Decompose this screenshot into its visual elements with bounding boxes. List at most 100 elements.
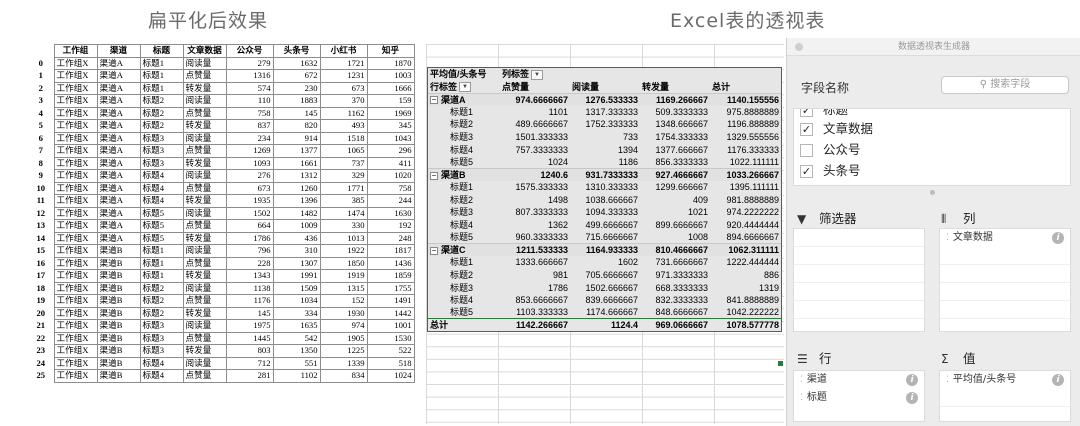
pivot-value-cell[interactable]: 974.2222222 <box>710 206 781 219</box>
excel-sheet-grid[interactable]: 平均值/头条号 列标签 ▼ 行标签 ▼ 点赞量 阅读量 转发量 总计 − 渠道A 974… <box>426 44 784 424</box>
pivot-row-label[interactable]: 标题2 <box>428 118 500 131</box>
pivot-value-cell[interactable]: 971.3333333 <box>640 269 710 282</box>
pivot-detail-row[interactable]: 标题1 1575.333333 1310.333333 1299.666667 1395… <box>428 181 781 194</box>
pivot-value-cell[interactable]: 1024 <box>500 156 570 169</box>
pivot-row-label[interactable]: 标题5 <box>428 231 500 244</box>
pivot-row-label[interactable]: 标题4 <box>428 219 500 232</box>
field-item-article-data[interactable]: ✓ 文章数据 <box>800 119 873 139</box>
pivot-value-cell[interactable]: 1021 <box>640 206 710 219</box>
info-icon[interactable]: i <box>906 374 918 386</box>
pivot-value-cell[interactable]: 1754.333333 <box>640 131 710 144</box>
pivot-value-cell[interactable]: 705.6666667 <box>570 269 640 282</box>
pivot-detail-row[interactable]: 标题4 1362 499.6666667 899.6666667 920.4444444 <box>428 219 781 232</box>
pivot-value-cell[interactable]: 1176.333333 <box>710 143 781 156</box>
pivot-detail-row[interactable]: 标题2 981 705.6666667 971.3333333 886 <box>428 269 781 282</box>
pivot-value-cell[interactable]: 1786 <box>500 281 570 294</box>
info-icon[interactable]: i <box>906 392 918 404</box>
pivot-row-label[interactable]: 标题3 <box>428 206 500 219</box>
pivot-detail-row[interactable]: 标题5 960.3333333 715.6666667 1008 894.6666667 <box>428 231 781 244</box>
pivot-value-cell[interactable]: 409 <box>640 193 710 206</box>
pivot-value-cell[interactable]: 1333.666667 <box>500 256 570 269</box>
pivot-value-cell[interactable]: 807.3333333 <box>500 206 570 219</box>
pivot-value-cell[interactable]: 848.6666667 <box>640 306 710 319</box>
pivot-value-cell[interactable]: 894.6666667 <box>710 231 781 244</box>
collapse-icon[interactable]: − <box>430 96 438 105</box>
pivot-value-cell[interactable]: 1240.6 <box>500 167 570 181</box>
column-labels-cell[interactable]: 列标签 ▼ <box>500 68 570 81</box>
pivot-detail-row[interactable]: 标题1 1101 1317.333333 509.3333333 975.8888889 <box>428 106 781 119</box>
pivot-value-cell[interactable]: 981.8888889 <box>710 193 781 206</box>
pivot-detail-row[interactable]: 标题1 1333.666667 1602 731.6666667 1222.444444 <box>428 256 781 269</box>
pivot-value-cell[interactable]: 1101 <box>500 106 570 119</box>
drag-handle-icon[interactable]: ⁚ <box>946 233 949 243</box>
close-panel-icon[interactable] <box>795 43 803 51</box>
collapse-icon[interactable]: − <box>430 246 438 255</box>
values-drop-zone[interactable]: ⁚ 平均值/头条号 i <box>939 370 1071 422</box>
pivot-row-label[interactable]: 标题2 <box>428 269 500 282</box>
pivot-value-cell[interactable]: 981 <box>500 269 570 282</box>
pivot-value-cell[interactable]: 1317.333333 <box>570 106 640 119</box>
pivot-detail-row[interactable]: 标题4 757.3333333 1394 1377.666667 1176.333333 <box>428 143 781 156</box>
drag-handle-icon[interactable]: ⁚ <box>800 375 803 385</box>
info-icon[interactable]: i <box>1052 232 1064 244</box>
pivot-value-cell[interactable]: 1164.933333 <box>570 243 640 257</box>
pivot-value-cell[interactable]: 1038.666667 <box>570 193 640 206</box>
pivot-row-label[interactable]: 标题3 <box>428 281 500 294</box>
pivot-value-cell[interactable]: 733 <box>570 131 640 144</box>
pivot-value-cell[interactable]: 841.8888889 <box>710 294 781 307</box>
field-item-official-account[interactable]: 公众号 <box>800 140 861 160</box>
pivot-value-cell[interactable]: 1174.666667 <box>570 306 640 319</box>
pivot-row-label[interactable]: 标题4 <box>428 143 500 156</box>
pivot-value-cell[interactable]: 1752.333333 <box>570 118 640 131</box>
pivot-detail-row[interactable]: 标题3 807.3333333 1094.333333 1021 974.2222222 <box>428 206 781 219</box>
pivot-value-cell[interactable]: 810.4666667 <box>640 243 710 257</box>
value-field-chip[interactable]: ⁚ 平均值/头条号 i <box>940 371 1070 389</box>
pivot-row-label[interactable]: − 渠道C <box>428 243 500 257</box>
pivot-group-row[interactable]: − 渠道A 974.6666667 1276.533333 1169.266667 114… <box>428 92 781 106</box>
checked-checkbox[interactable]: ✓ <box>800 165 813 178</box>
pivot-value-cell[interactable]: 839.6666667 <box>570 294 640 307</box>
pivot-value-cell[interactable]: 1222.444444 <box>710 256 781 269</box>
row-labels-cell[interactable]: 行标签 ▼ <box>428 80 500 94</box>
row-filter-dropdown-icon[interactable]: ▼ <box>459 82 472 93</box>
checked-checkbox[interactable]: ✓ <box>800 109 813 117</box>
splitter-handle[interactable] <box>930 190 935 195</box>
pivot-value-cell[interactable]: 668.3333333 <box>640 281 710 294</box>
pivot-value-cell[interactable]: 1042.222222 <box>710 306 781 319</box>
pivot-value-cell[interactable]: 1348.666667 <box>640 118 710 131</box>
pivot-value-cell[interactable]: 1395.111111 <box>710 181 781 194</box>
pivot-row-label[interactable]: − 渠道B <box>428 167 500 181</box>
pivot-row-label[interactable]: 标题5 <box>428 156 500 169</box>
pivot-value-cell[interactable]: 969.0666667 <box>640 318 710 332</box>
pivot-value-cell[interactable]: 1196.888889 <box>710 118 781 131</box>
pivot-detail-row[interactable]: 标题2 489.6666667 1752.333333 1348.666667 1196… <box>428 118 781 131</box>
pivot-value-cell[interactable]: 1319 <box>710 281 781 294</box>
pivot-group-row[interactable]: − 渠道B 1240.6 931.7333333 927.4666667 1033.266… <box>428 167 781 181</box>
pivot-value-cell[interactable]: 1062.311111 <box>710 243 781 257</box>
pivot-value-cell[interactable]: 975.8888889 <box>710 106 781 119</box>
pivot-row-label[interactable]: 标题3 <box>428 131 500 144</box>
pivot-value-cell[interactable]: 1498 <box>500 193 570 206</box>
pivot-value-cell[interactable]: 1186 <box>570 156 640 169</box>
pivot-value-cell[interactable]: 927.4666667 <box>640 167 710 181</box>
field-list[interactable]: ✓ 标题 ✓ 文章数据 公众号 ✓ 头条号 <box>793 108 1071 186</box>
row-field-chip[interactable]: ⁚ 标题 i <box>794 389 924 407</box>
checked-checkbox[interactable]: ✓ <box>800 123 813 136</box>
pivot-group-row[interactable]: − 渠道C 1211.533333 1164.933333 810.4666667 106… <box>428 243 781 257</box>
pivot-value-cell[interactable]: 1103.333333 <box>500 306 570 319</box>
pivot-value-cell[interactable]: 1501.333333 <box>500 131 570 144</box>
pivot-detail-row[interactable]: 标题4 853.6666667 839.6666667 832.3333333 841.… <box>428 294 781 307</box>
pivot-value-cell[interactable]: 1575.333333 <box>500 181 570 194</box>
pivot-value-cell[interactable]: 1602 <box>570 256 640 269</box>
pivot-value-cell[interactable]: 974.6666667 <box>500 92 570 106</box>
pivot-value-cell[interactable]: 856.3333333 <box>640 156 710 169</box>
pivot-row-label[interactable]: 总计 <box>428 318 500 332</box>
pivot-value-cell[interactable]: 960.3333333 <box>500 231 570 244</box>
pivot-detail-row[interactable]: 标题5 1103.333333 1174.666667 848.6666667 1042… <box>428 306 781 319</box>
pivot-value-cell[interactable]: 489.6666667 <box>500 118 570 131</box>
field-item-toutiao[interactable]: ✓ 头条号 <box>800 161 861 181</box>
pivot-value-cell[interactable]: 1140.155556 <box>710 92 781 106</box>
pivot-value-cell[interactable]: 499.6666667 <box>570 219 640 232</box>
pivot-row-label[interactable]: 标题2 <box>428 193 500 206</box>
pivot-value-cell[interactable]: 1329.555556 <box>710 131 781 144</box>
